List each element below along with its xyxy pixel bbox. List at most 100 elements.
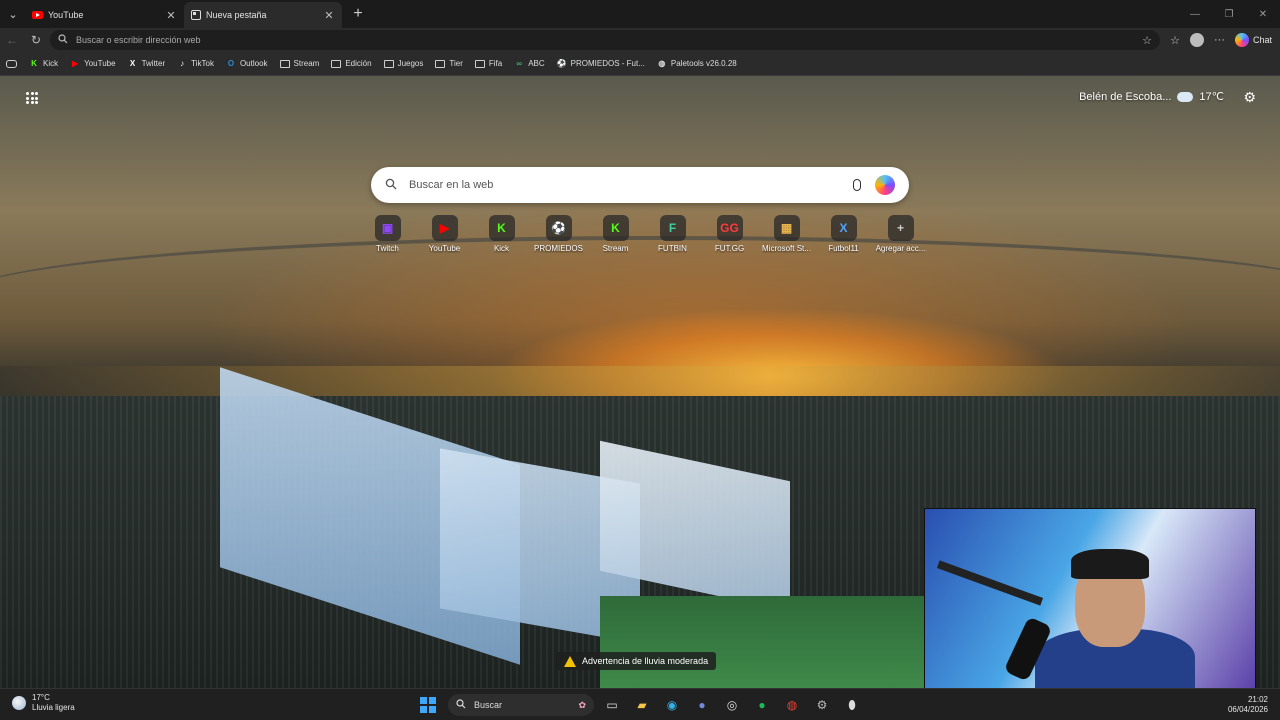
microphone-icon[interactable]: [853, 179, 861, 191]
address-bar[interactable]: Buscar o escribir dirección web ☆: [50, 30, 1160, 50]
quick-link-futbin[interactable]: F FUTBIN: [644, 215, 701, 253]
folder-icon: [435, 59, 446, 68]
bookmark-twitter[interactable]: X Twitter: [128, 59, 165, 69]
taskbar-search[interactable]: Buscar ✿: [448, 694, 594, 716]
settings-icon[interactable]: ⚙: [810, 693, 834, 717]
obs-icon[interactable]: ◎: [720, 693, 744, 717]
profile-avatar[interactable]: [1189, 33, 1204, 47]
bookmark-kick[interactable]: K Kick: [29, 59, 58, 69]
quick-link-label: Agregar acc...: [875, 244, 926, 253]
tab-actions-menu-button[interactable]: ⌄: [0, 0, 26, 28]
bookmark-tiktok[interactable]: ♪ TikTok: [177, 59, 214, 69]
bookmark-label: Juegos: [397, 59, 424, 68]
minimize-icon[interactable]: —: [1178, 0, 1212, 28]
bookmark-label: Outlook: [239, 59, 268, 68]
bookmark-label: TikTok: [191, 59, 214, 68]
quick-link-stream[interactable]: K Stream: [587, 215, 644, 253]
back-arrow-icon[interactable]: ←: [0, 28, 24, 52]
quick-link-icon: X: [830, 215, 857, 241]
quick-link-fut-gg[interactable]: GG FUT.GG: [701, 215, 758, 253]
bookmark-abc[interactable]: ∞ ABC: [514, 59, 544, 69]
bookmark-juegos[interactable]: Juegos: [383, 59, 424, 68]
tab-nueva-pestana[interactable]: Nueva pestaña ✕: [184, 2, 342, 28]
maximize-icon[interactable]: ❐: [1212, 0, 1246, 28]
bookmark-youtube[interactable]: ▶ YouTube: [70, 59, 116, 69]
bookmark-fifa[interactable]: Fifa: [474, 59, 502, 68]
bookmark-label: Tier: [449, 59, 463, 68]
quick-link-icon: K: [488, 215, 515, 241]
warning-text: Advertencia de lluvia moderada: [582, 656, 709, 666]
bookmark-paletools-v26-0-28[interactable]: ◍ Paletools v26.0.28: [657, 59, 737, 69]
quick-link-icon: ⚽: [545, 215, 572, 241]
bookmark-label: Kick: [43, 59, 59, 68]
windows-start-icon[interactable]: [420, 697, 436, 713]
bookmark-favicon-icon: O: [227, 59, 235, 68]
bookmark-edici-n[interactable]: Edición: [331, 59, 372, 68]
quick-link-agregar-acc[interactable]: + Agregar acc...: [872, 215, 929, 253]
search-icon: [385, 178, 397, 193]
weather-widget[interactable]: Belén de Escoba... 17℃: [1079, 90, 1224, 104]
quick-links: ▣ Twitch ▶ YouTube K Kick ⚽ PROMIEDOS K Stream F FU…: [359, 215, 929, 253]
chrome-icon[interactable]: ◍: [780, 693, 804, 717]
new-tab-button[interactable]: +: [346, 2, 370, 26]
refresh-icon[interactable]: ↻: [24, 28, 48, 52]
rain-cloud-icon: [12, 696, 26, 710]
webcam-mic-arm: [936, 560, 1044, 606]
favorites-icon[interactable]: ☆: [1170, 34, 1180, 47]
close-tab-icon[interactable]: ✕: [164, 9, 178, 22]
bookmark-favicon-icon: X: [129, 59, 136, 68]
quick-link-futbol11[interactable]: X Futbol11: [815, 215, 872, 253]
discord-icon[interactable]: ●: [690, 693, 714, 717]
taskbar-weather-text: 17°C Lluvia ligera: [32, 693, 75, 713]
bookmark-label: PROMIEDOS - Fut...: [570, 59, 645, 68]
search-highlight-icon: ✿: [578, 699, 586, 710]
copilot-icon[interactable]: [875, 175, 895, 195]
apps-launcher-icon[interactable]: [26, 92, 38, 104]
bookmark-label: Edición: [345, 59, 372, 68]
quick-link-icon: ▣: [374, 215, 401, 241]
collections-icon[interactable]: [6, 59, 17, 68]
webcam-overlay: [924, 508, 1256, 688]
quick-link-label: PROMIEDOS: [534, 244, 583, 253]
quick-link-label: Twitch: [376, 244, 399, 253]
weather-temperature: 17℃: [1199, 91, 1224, 103]
taskbar-weather[interactable]: 17°C Lluvia ligera: [12, 693, 75, 713]
more-options-icon[interactable]: ···: [1214, 34, 1225, 46]
favorite-star-icon[interactable]: ☆: [1142, 34, 1152, 47]
bookmark-tier[interactable]: Tier: [435, 59, 463, 68]
mouse-app-icon[interactable]: ⬮: [840, 693, 864, 717]
bookmark-favicon-icon: K: [31, 59, 37, 68]
quick-link-twitch[interactable]: ▣ Twitch: [359, 215, 416, 253]
settings-gear-icon[interactable]: ⚙: [1243, 89, 1256, 106]
bookmark-label: Stream: [293, 59, 320, 68]
web-search-box[interactable]: Buscar en la web: [371, 167, 909, 203]
bookmark-stream[interactable]: Stream: [279, 59, 320, 68]
quick-link-microsoft-st[interactable]: ▦ Microsoft St...: [758, 215, 815, 253]
bookmark-label: ABC: [528, 59, 545, 68]
close-window-icon[interactable]: ✕: [1246, 0, 1280, 28]
taskbar-temperature: 17°C: [32, 693, 50, 702]
bookmark-outlook[interactable]: O Outlook: [226, 59, 268, 69]
spotify-icon[interactable]: ●: [750, 693, 774, 717]
taskbar-clock[interactable]: 21:02 06/04/2026: [1228, 695, 1268, 715]
quick-link-promiedos[interactable]: ⚽ PROMIEDOS: [530, 215, 587, 253]
close-tab-icon[interactable]: ✕: [322, 9, 336, 22]
file-explorer-icon[interactable]: ▰: [630, 693, 654, 717]
bookmark-promiedos-fut[interactable]: ⚽ PROMIEDOS - Fut...: [557, 59, 645, 69]
windows-taskbar: 17°C Lluvia ligera Buscar ✿ ▭ ▰ ◉ ● ◎ ● …: [0, 688, 1280, 720]
new-tab-page: Belén de Escoba... 17℃ ⚙ Buscar en la we…: [0, 76, 1280, 688]
edge-browser-icon[interactable]: ◉: [660, 693, 684, 717]
copilot-chat-button[interactable]: Chat: [1234, 33, 1272, 47]
task-view-icon[interactable]: ▭: [600, 693, 624, 717]
folder-icon: [331, 59, 342, 68]
tab-youtube[interactable]: YouTube ✕: [26, 2, 184, 28]
folder-icon: [279, 59, 290, 68]
rain-cloud-icon: [1177, 91, 1194, 102]
bookmark-label: Paletools v26.0.28: [670, 59, 737, 68]
quick-link-kick[interactable]: K Kick: [473, 215, 530, 253]
quick-link-icon: GG: [716, 215, 743, 241]
quick-link-label: Futbol11: [828, 244, 859, 253]
quick-link-label: FUTBIN: [658, 244, 687, 253]
background-stadium-roof: [0, 236, 1280, 386]
quick-link-youtube[interactable]: ▶ YouTube: [416, 215, 473, 253]
